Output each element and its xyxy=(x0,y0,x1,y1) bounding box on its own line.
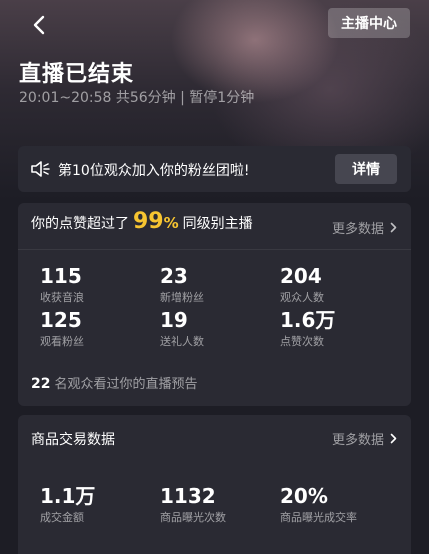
live-duration-text: 20:01~20:58 共56分钟 | 暂停1分钟 xyxy=(19,90,255,106)
stat-label: 商品曝光成交率 xyxy=(280,511,357,524)
goods-stat-amount: 1.1万 成交金额 xyxy=(40,485,160,525)
notice-text: 第10位观众加入你的粉丝团啦! xyxy=(58,163,250,179)
stat-value: 125 xyxy=(40,308,82,332)
stat-value: 20% xyxy=(280,484,328,508)
speaker-icon xyxy=(31,161,50,177)
page-title: 直播已结束 xyxy=(19,62,135,87)
stat-gifters: 19 送礼人数 xyxy=(160,309,280,349)
stat-value: 115 xyxy=(40,264,82,288)
stat-label: 观看粉丝 xyxy=(40,335,84,348)
stat-label: 送礼人数 xyxy=(160,335,204,348)
chevron-right-icon xyxy=(390,222,397,233)
fan-club-notice-card: 第10位观众加入你的粉丝团啦! 详情 xyxy=(18,146,411,192)
stat-label: 商品曝光次数 xyxy=(160,511,226,524)
back-button[interactable] xyxy=(26,12,52,38)
stat-label: 点赞次数 xyxy=(280,335,324,348)
stat-label: 成交金额 xyxy=(40,511,84,524)
anchor-center-button[interactable]: 主播中心 xyxy=(328,8,410,38)
likes-rank-prefix: 你的点赞超过了 xyxy=(31,216,129,232)
more-data-label: 更多数据 xyxy=(331,433,384,448)
likes-rank-text: 你的点赞超过了 99% 同级别主播 xyxy=(31,209,253,234)
stat-label: 观众人数 xyxy=(280,291,324,304)
preview-count: 22 xyxy=(31,376,51,392)
stat-value: 1.6万 xyxy=(280,308,336,332)
preview-label: 名观众看过你的直播预告 xyxy=(54,377,198,392)
stat-label: 收获音浪 xyxy=(40,291,84,304)
stat-value: 19 xyxy=(160,308,188,332)
stat-value: 204 xyxy=(280,264,322,288)
stat-value: 1132 xyxy=(160,484,216,508)
stat-viewers: 204 观众人数 xyxy=(280,265,400,305)
stats-more-data-link[interactable]: 更多数据 xyxy=(332,218,397,237)
preview-viewers-text: 22 名观众看过你的直播预告 xyxy=(31,373,198,392)
likes-rank-percent: 99% xyxy=(133,209,179,234)
chevron-right-icon xyxy=(390,433,397,444)
stat-label: 新增粉丝 xyxy=(160,291,204,304)
stat-new-fans: 23 新增粉丝 xyxy=(160,265,280,305)
more-data-label: 更多数据 xyxy=(331,222,384,237)
goods-trade-card: 商品交易数据 更多数据 1.1万 成交金额 1132 商品曝光次数 20% 商品… xyxy=(18,415,411,554)
goods-title: 商品交易数据 xyxy=(31,432,115,448)
likes-rank-suffix: 同级别主播 xyxy=(182,216,253,232)
goods-stat-exposure: 1132 商品曝光次数 xyxy=(160,485,280,525)
live-stats-card: 你的点赞超过了 99% 同级别主播 更多数据 115 收获音浪 23 新增粉丝 … xyxy=(18,203,411,406)
stats-header: 你的点赞超过了 99% 同级别主播 更多数据 xyxy=(18,203,411,250)
stat-likes: 1.6万 点赞次数 xyxy=(280,309,400,349)
stat-fan-viewers: 125 观看粉丝 xyxy=(40,309,160,349)
goods-stat-conversion: 20% 商品曝光成交率 xyxy=(280,485,400,525)
stat-value: 23 xyxy=(160,264,188,288)
stat-value: 1.1万 xyxy=(40,484,96,508)
chevron-left-icon xyxy=(33,15,45,35)
stat-income: 115 收获音浪 xyxy=(40,265,160,305)
goods-more-data-link[interactable]: 更多数据 xyxy=(332,429,397,448)
detail-button[interactable]: 详情 xyxy=(335,154,397,184)
